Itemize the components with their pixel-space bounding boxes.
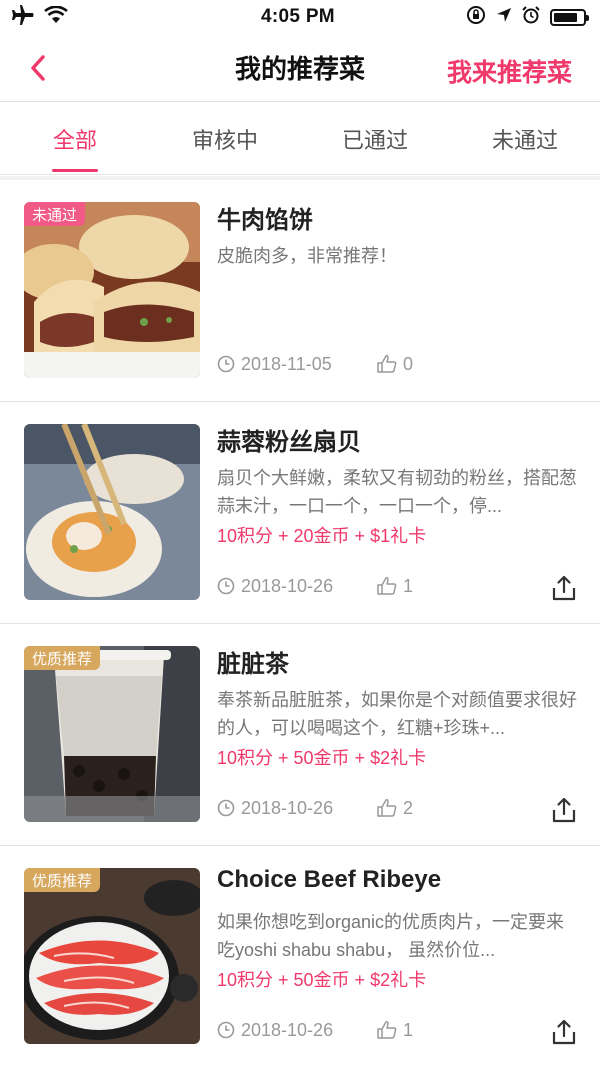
thumbs-up-icon (377, 577, 397, 595)
nav-bar: 我的推荐菜 我来推荐菜 (0, 34, 600, 102)
clock-icon (217, 355, 235, 373)
like-button[interactable]: 1 (377, 576, 413, 597)
like-button[interactable]: 0 (377, 354, 413, 375)
milk-tea-photo: 优质推荐 (24, 646, 200, 822)
dish-title: Choice Beef Ribeye (217, 866, 442, 893)
ribeye-photo: 优质推荐 (24, 868, 200, 1044)
dish-title: 牛肉馅饼 (217, 207, 313, 234)
date-text: 2018-10-26 (241, 1019, 334, 1040)
item-meta: 2018-10-26 1 (217, 1018, 413, 1042)
beef-pie-photo: 未通过 (24, 202, 200, 378)
status-badge: 未通过 (24, 202, 86, 226)
item-meta: 2018-10-26 1 (217, 574, 413, 598)
like-count: 0 (403, 353, 414, 374)
reward-text: 10积分 + 50金币 + $2礼卡 (217, 970, 427, 990)
post-date: 2018-10-26 (217, 798, 377, 819)
list-item[interactable]: 蒜蓉粉丝扇贝 扇贝个大鲜嫩，柔软又有韧劲的粉丝，搭配葱蒜末汁，一口一个，一口一个… (0, 402, 600, 624)
dish-description: 扇贝个大鲜嫩，柔软又有韧劲的粉丝，搭配葱蒜末汁，一口一个，一口一个，停... (217, 468, 577, 516)
dish-description: 如果你想吃到organic的优质肉片，一定要来吃yoshi shabu shab… (217, 912, 565, 960)
thumbs-up-icon (377, 1021, 397, 1039)
recommend-dish-button[interactable]: 我来推荐菜 (447, 53, 572, 89)
like-button[interactable]: 1 (377, 1020, 413, 1041)
share-icon[interactable] (550, 574, 578, 602)
share-icon[interactable] (550, 796, 578, 824)
page-title: 我的推荐菜 (234, 54, 365, 84)
dish-title: 蒜蓉粉丝扇贝 (217, 429, 361, 456)
status-badge: 优质推荐 (24, 646, 101, 670)
date-text: 2018-11-05 (241, 353, 332, 374)
date-text: 2018-10-26 (241, 797, 334, 818)
item-meta: 2018-11-05 0 (217, 352, 413, 376)
location-icon (496, 7, 512, 28)
like-count: 2 (403, 797, 414, 818)
like-count: 1 (403, 1019, 414, 1040)
status-bar: 4:05 PM (0, 0, 600, 34)
clock-icon (217, 1021, 235, 1039)
list-item[interactable]: 优质推荐 脏脏茶 奉茶新品脏脏茶，如果你是个对颜值要求很好的人，可以喝喝这个，红… (0, 624, 600, 846)
battery-icon (549, 8, 589, 26)
tab-rejected[interactable]: 未通过 (450, 103, 600, 174)
like-count: 1 (403, 575, 414, 596)
tab-approved[interactable]: 已通过 (300, 103, 450, 174)
chevron-left-icon (31, 55, 45, 81)
item-meta: 2018-10-26 2 (217, 796, 413, 820)
tab-all[interactable]: 全部 (0, 103, 150, 174)
list-item[interactable]: 优质推荐 Choice Beef Ribeye 如果你想吃到organic的优质… (0, 846, 600, 1067)
reward-text: 10积分 + 50金币 + $2礼卡 (217, 748, 427, 768)
dish-description: 皮脆肉多，非常推荐！ (217, 246, 397, 266)
status-right (446, 5, 589, 30)
thumbs-up-icon (377, 355, 397, 373)
alarm-icon (522, 5, 540, 29)
clock-icon (217, 577, 235, 595)
list-item[interactable]: 未通过 牛肉馅饼 皮脆肉多，非常推荐！ 2018-11-05 0 (0, 180, 600, 402)
thumbs-up-icon (377, 799, 397, 817)
status-badge: 优质推荐 (24, 868, 101, 892)
filter-tabs: 全部 审核中 已通过 未通过 (0, 103, 600, 175)
status-time: 4:05 PM (261, 6, 335, 27)
scallop-photo (24, 424, 200, 600)
date-text: 2018-10-26 (241, 575, 334, 596)
orientation-lock-icon (466, 5, 486, 30)
wifi-icon (44, 4, 68, 29)
tab-reviewing[interactable]: 审核中 (150, 103, 300, 174)
back-button[interactable] (22, 52, 54, 84)
dish-description: 奉茶新品脏脏茶，如果你是个对颜值要求很好的人，可以喝喝这个，红糖+珍珠+... (217, 690, 577, 738)
post-date: 2018-11-05 (217, 354, 377, 375)
status-left (10, 4, 150, 30)
reward-text: 10积分 + 20金币 + $1礼卡 (217, 526, 427, 546)
like-button[interactable]: 2 (377, 798, 413, 819)
clock-icon (217, 799, 235, 817)
post-date: 2018-10-26 (217, 1020, 377, 1041)
recommendation-list: 未通过 牛肉馅饼 皮脆肉多，非常推荐！ 2018-11-05 0 蒜蓉粉丝扇贝 … (0, 180, 600, 1067)
post-date: 2018-10-26 (217, 576, 377, 597)
share-icon[interactable] (550, 1018, 578, 1046)
dish-title: 脏脏茶 (217, 651, 289, 678)
airplane-icon (10, 4, 34, 30)
